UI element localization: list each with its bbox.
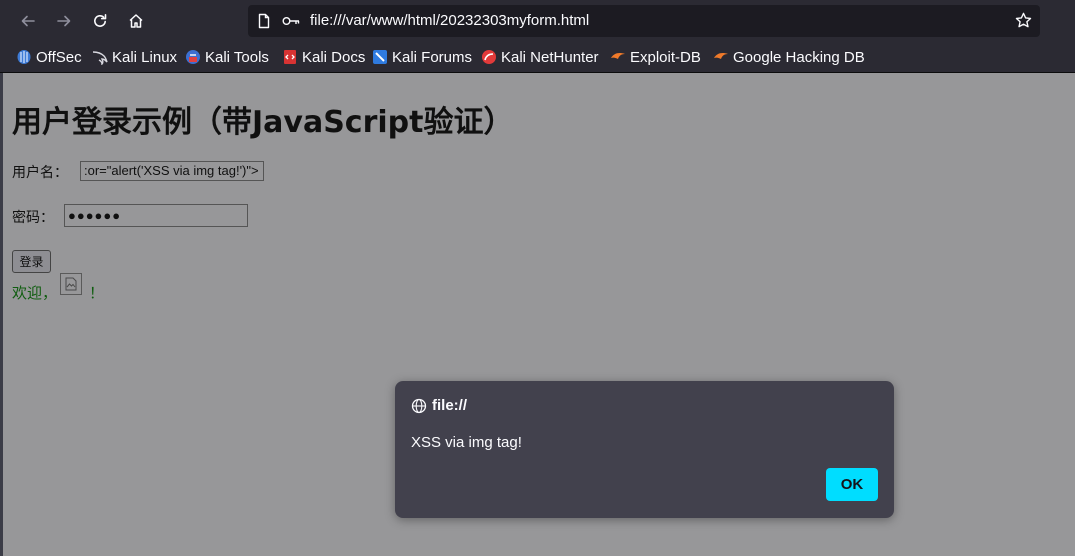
bookmark-kali-docs[interactable]: Kali Docs: [282, 47, 365, 67]
home-button[interactable]: [123, 8, 149, 34]
reload-button[interactable]: [87, 8, 113, 34]
nav-toolbar: file:///var/www/html/20232303myform.html: [0, 0, 1075, 42]
username-input[interactable]: :or="alert('XSS via img tag!')">: [80, 161, 264, 181]
key-icon[interactable]: [282, 14, 300, 28]
welcome-message: 欢迎，: [12, 284, 58, 302]
bookmark-google-hacking-db[interactable]: Google Hacking DB: [713, 47, 865, 67]
bookmark-offsec[interactable]: OffSec: [16, 47, 82, 67]
page-title: 用户登录示例（带JavaScript验证）: [12, 105, 514, 140]
kali-docs-icon: [282, 49, 298, 65]
bookmark-label: Google Hacking DB: [733, 48, 865, 66]
browser-chrome: file:///var/www/html/20232303myform.html…: [0, 0, 1075, 73]
url-text[interactable]: file:///var/www/html/20232303myform.html: [310, 12, 589, 29]
page-icon: [258, 13, 270, 29]
back-button[interactable]: [15, 8, 41, 34]
bookmark-label: OffSec: [36, 48, 82, 66]
bookmark-star-icon[interactable]: [1015, 12, 1032, 29]
password-label: 密码：: [12, 210, 54, 226]
bookmark-kali-forums[interactable]: Kali Forums: [372, 47, 472, 67]
alert-dialog: file:// XSS via img tag! OK: [395, 381, 894, 518]
arrow-left-icon: [21, 15, 35, 27]
login-button[interactable]: 登录: [12, 250, 51, 273]
arrow-right-icon: [57, 15, 71, 27]
kali-tools-icon: [185, 49, 201, 65]
username-label: 用户名：: [12, 165, 68, 181]
bookmark-label: Kali Tools: [205, 48, 269, 66]
broken-image-icon: [60, 273, 82, 295]
bookmark-kali-linux[interactable]: Kali Linux: [92, 47, 177, 67]
bookmark-exploit-db[interactable]: Exploit-DB: [610, 47, 701, 67]
bookmark-label: Kali Docs: [302, 48, 366, 66]
exploit-db-icon: [713, 49, 729, 65]
ok-button[interactable]: OK: [826, 468, 878, 501]
address-bar[interactable]: file:///var/www/html/20232303myform.html: [248, 5, 1040, 37]
globe-icon: [411, 398, 427, 413]
kali-forums-icon: [372, 49, 388, 65]
offsec-icon: [16, 49, 32, 65]
kali-nethunter-icon: [481, 49, 497, 65]
bookmark-label: Exploit-DB: [630, 48, 701, 66]
alert-header: file://: [411, 397, 467, 414]
forward-button[interactable]: [51, 8, 77, 34]
bookmark-label: Kali Linux: [112, 48, 178, 66]
welcome-suffix: ！: [89, 284, 105, 302]
bookmark-label: Kali Forums: [392, 48, 473, 66]
exploit-db-icon: [610, 49, 626, 65]
bookmark-kali-tools[interactable]: Kali Tools: [185, 47, 269, 67]
bookmarks-toolbar: OffSec Kali Linux Kali Tools Kali Docs K…: [0, 42, 1075, 73]
alert-origin: file://: [432, 397, 468, 414]
home-icon: [129, 14, 143, 28]
bookmark-label: Kali NetHunter: [501, 48, 599, 66]
bookmark-kali-nethunter[interactable]: Kali NetHunter: [481, 47, 599, 67]
kali-dragon-icon: [92, 49, 108, 65]
alert-message: XSS via img tag!: [411, 434, 522, 451]
password-input[interactable]: ●●●●●●: [64, 204, 248, 227]
reload-icon: [94, 14, 107, 27]
